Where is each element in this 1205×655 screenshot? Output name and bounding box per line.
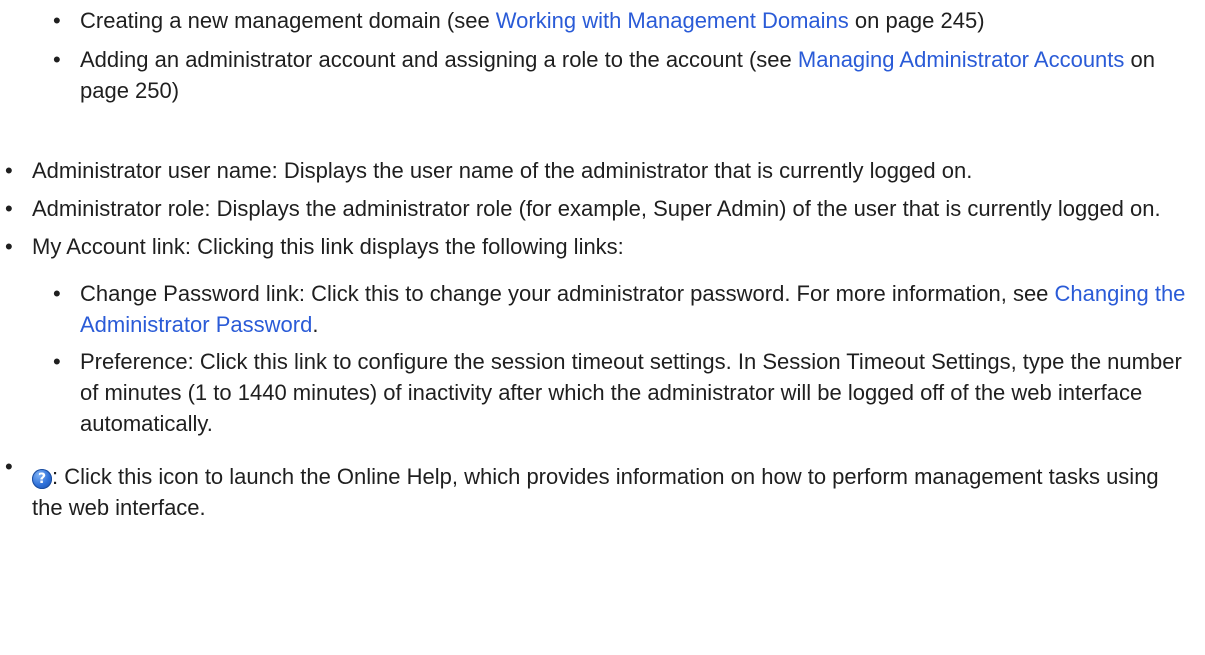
role-description: Administrator role: Displays the adminis… <box>32 196 1161 221</box>
my-account-description: My Account link: Clicking this link disp… <box>32 234 624 259</box>
item-text: Creating a new management domain (see <box>80 8 496 33</box>
help-icon: ? <box>32 469 52 489</box>
header-elements-list: Administrator user name: Displays the us… <box>5 155 1192 530</box>
item-text: on page 245) <box>848 8 985 33</box>
managing-administrator-accounts-link[interactable]: Managing Administrator Accounts <box>798 47 1125 72</box>
list-item: ?: Click this icon to launch the Online … <box>5 451 1192 523</box>
list-item: Administrator role: Displays the adminis… <box>5 193 1192 224</box>
user-name-description: Administrator user name: Displays the us… <box>32 158 973 183</box>
list-item: Creating a new management domain (see Wo… <box>53 5 1190 36</box>
working-with-management-domains-link[interactable]: Working with Management Domains <box>496 8 849 33</box>
my-account-sublist: Change Password link: Click this to chan… <box>53 278 1190 439</box>
list-item: Adding an administrator account and assi… <box>53 44 1190 106</box>
preference-description: Preference: Click this link to configure… <box>80 349 1182 436</box>
item-text: . <box>312 312 319 337</box>
list-item: My Account link: Clicking this link disp… <box>5 231 1192 439</box>
list-item: Preference: Click this link to configure… <box>53 346 1190 439</box>
help-description: : Click this icon to launch the Online H… <box>32 464 1159 520</box>
list-item: Administrator user name: Displays the us… <box>5 155 1192 186</box>
item-text: Adding an administrator account and assi… <box>80 47 798 72</box>
domain-tasks-list: Creating a new management domain (see Wo… <box>53 5 1190 106</box>
list-item: Change Password link: Click this to chan… <box>53 278 1190 340</box>
item-text: Change Password link: Click this to chan… <box>80 281 1055 306</box>
